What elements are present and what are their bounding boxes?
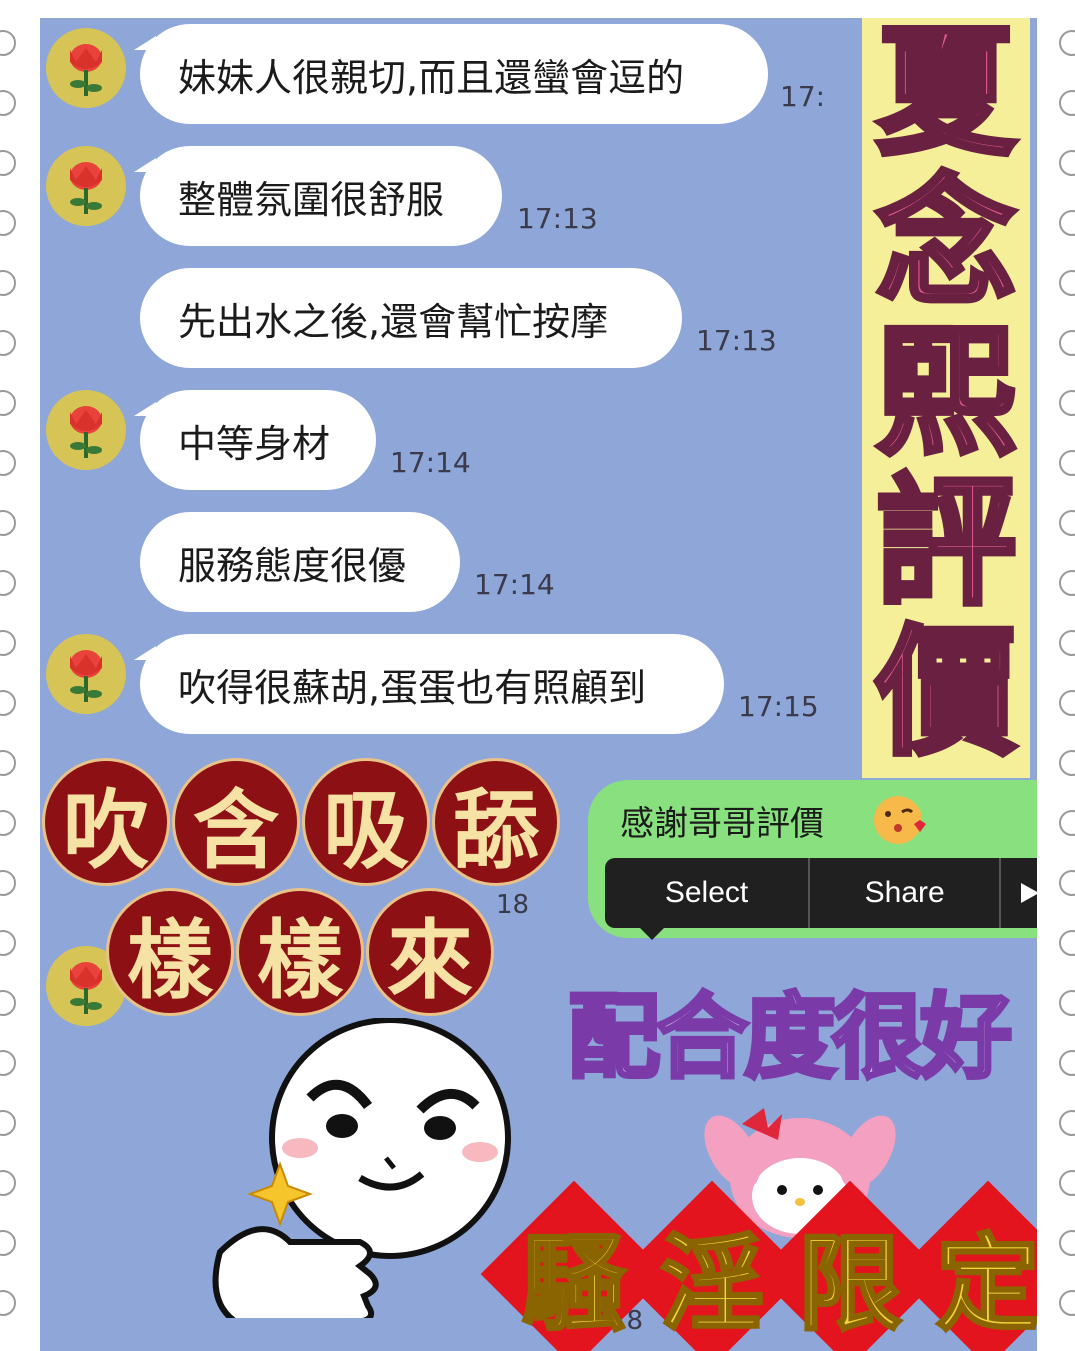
binding-ring — [1059, 210, 1075, 236]
binding-ring — [1059, 510, 1075, 536]
binding-ring — [1059, 450, 1075, 476]
message-bubble[interactable]: 先出水之後,還會幫忙按摩 — [140, 268, 682, 368]
binding-ring — [1059, 1290, 1075, 1316]
binding-ring — [0, 1050, 16, 1076]
binding-ring — [0, 630, 16, 656]
coin-char: 吸 — [302, 758, 430, 886]
title-char: 夏 — [873, 18, 1018, 175]
binding-ring — [0, 90, 16, 116]
binding-ring — [1059, 390, 1075, 416]
binding-ring — [0, 690, 16, 716]
message-bubble[interactable]: 服務態度很優 — [140, 512, 460, 612]
title-char: 念 — [873, 161, 1018, 325]
binding-ring — [1059, 990, 1075, 1016]
binding-ring — [1059, 690, 1075, 716]
title-char: 熙 — [873, 311, 1018, 475]
coin-char: 樣 — [236, 888, 364, 1016]
binding-ring — [0, 1170, 16, 1196]
binding-ring — [0, 30, 16, 56]
binding-ring — [0, 990, 16, 1016]
binding-ring — [0, 330, 16, 356]
binding-ring — [0, 450, 16, 476]
message-bubble[interactable]: 中等身材 — [134, 390, 376, 490]
message-text: 妹妹人很親切,而且還蠻會逗的 — [178, 55, 685, 100]
message-time: 17:13 — [696, 324, 777, 357]
diamond-char: 騷 — [520, 1220, 627, 1346]
message-time: 17: — [780, 80, 826, 113]
message-bubble[interactable]: 吹得很蘇胡,蛋蛋也有照顧到 — [134, 634, 724, 734]
thumbs-up-character-sticker — [212, 1018, 511, 1318]
binding-ring — [0, 1290, 16, 1316]
reply-time: 18 — [496, 890, 530, 920]
binding-ring — [1059, 90, 1075, 116]
message-text: 整體氛圍很舒服 — [178, 177, 445, 222]
binding-ring — [1059, 1230, 1075, 1256]
coin-char: 含 — [172, 758, 300, 886]
binding-ring — [0, 150, 16, 176]
coin-char: 舔 — [432, 758, 560, 886]
binding-ring — [1059, 270, 1075, 296]
binding-ring — [1059, 1050, 1075, 1076]
binding-ring — [1059, 750, 1075, 776]
binding-ring — [1059, 930, 1075, 956]
message-bubble[interactable]: 妹妹人很親切,而且還蠻會逗的 — [134, 24, 768, 124]
message-text: 服務態度很優 — [178, 543, 407, 588]
message-time: 17:13 — [517, 202, 598, 235]
more-arrow-icon[interactable] — [1001, 858, 1037, 928]
message-text: 中等身材 — [178, 421, 331, 466]
cooperation-label: 配合度很好 — [566, 982, 1014, 1093]
context-menu-caret — [638, 926, 666, 940]
chat-screen: 妹妹人很親切,而且還蠻會逗的 17: 整體氛圍很舒服 17:13 先出水之後,還… — [40, 18, 1037, 1351]
context-menu: Select Share — [605, 858, 1037, 928]
share-menu-item[interactable]: Share — [810, 858, 1002, 928]
binding-ring — [1059, 30, 1075, 56]
binding-ring — [0, 930, 16, 956]
binding-rings-right — [1041, 0, 1075, 1351]
title-banner: 夏 念 熙 評 價 — [862, 18, 1030, 778]
select-menu-item[interactable]: Select — [605, 858, 811, 928]
binding-ring — [1059, 870, 1075, 896]
binding-ring — [0, 1110, 16, 1136]
binding-ring — [1059, 570, 1075, 596]
message-text: 吹得很蘇胡,蛋蛋也有照顧到 — [178, 665, 647, 710]
binding-ring — [1059, 330, 1075, 356]
binding-ring — [0, 270, 16, 296]
binding-ring — [0, 210, 16, 236]
avatar-tulip-icon[interactable] — [46, 146, 126, 226]
coin-char: 樣 — [106, 888, 234, 1016]
binding-ring — [1059, 630, 1075, 656]
avatar-tulip-icon[interactable] — [46, 28, 126, 108]
binding-ring — [0, 570, 16, 596]
coin-char: 來 — [366, 888, 494, 1016]
avatar-tulip-icon[interactable] — [46, 390, 126, 470]
title-char: 評 — [873, 461, 1018, 625]
reply-text: 感謝哥哥評價 — [620, 804, 824, 844]
message-text: 先出水之後,還會幫忙按摩 — [178, 299, 609, 344]
binding-ring — [0, 510, 16, 536]
binding-ring — [0, 870, 16, 896]
binding-ring — [1059, 1110, 1075, 1136]
diamond-char: 限 — [796, 1220, 903, 1346]
message-time: 17:14 — [390, 446, 471, 479]
binding-ring — [1059, 150, 1075, 176]
binding-ring — [0, 1230, 16, 1256]
binding-ring — [1059, 810, 1075, 836]
kiss-emoji-icon — [874, 796, 926, 844]
diamond-char: 定 — [934, 1220, 1037, 1346]
binding-ring — [0, 390, 16, 416]
binding-ring — [1059, 1170, 1075, 1196]
message-bubble[interactable]: 整體氛圍很舒服 — [134, 146, 502, 246]
binding-rings-left — [0, 0, 34, 1351]
diamond-char: 淫 — [658, 1220, 765, 1346]
message-time: 17:14 — [474, 568, 555, 601]
title-char: 價 — [873, 611, 1018, 775]
avatar-tulip-icon[interactable] — [46, 634, 126, 714]
binding-ring — [0, 750, 16, 776]
message-time: 17:15 — [738, 690, 819, 723]
coin-char: 吹 — [42, 758, 170, 886]
binding-ring — [0, 810, 16, 836]
